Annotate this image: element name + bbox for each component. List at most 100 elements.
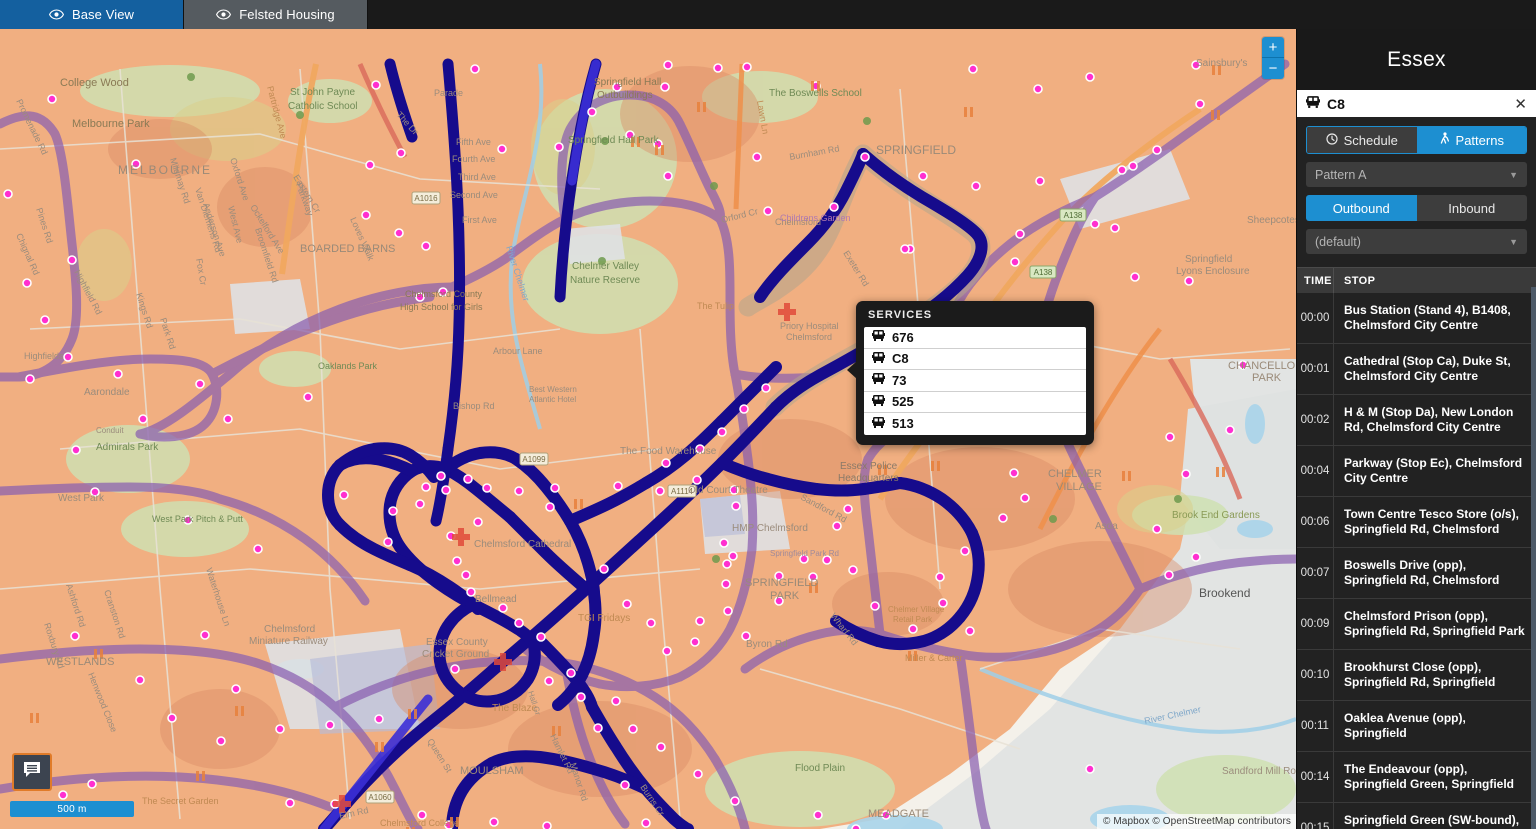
map-label: Sainsbury's (1196, 58, 1247, 69)
service-row[interactable]: 513 (864, 413, 1086, 435)
chevron-down-icon: ▼ (1509, 169, 1518, 180)
stop-name[interactable]: Bus Station (Stand 4), B1408, Chelmsford… (1333, 293, 1536, 343)
map-label: CHANCELLOR (1228, 360, 1296, 372)
table-row[interactable]: 00:01 Cathedral (Stop Ca), Duke St, Chelm… (1297, 344, 1536, 395)
stop-time: 00:06 (1300, 516, 1330, 528)
stop-name[interactable]: The Endeavour (opp), Springfield Green, … (1333, 752, 1536, 802)
stop-name[interactable]: Town Centre Tesco Store (o/s), Springfie… (1333, 497, 1536, 547)
table-row[interactable]: 00:02 H & M (Stop Da), New London Rd, Che… (1297, 395, 1536, 446)
stop-name[interactable]: Springfield Green (SW-bound), Springfiel… (1333, 803, 1536, 829)
map-label: Byron Rd (746, 639, 788, 650)
map-label: Priory Hospital (780, 321, 839, 331)
map-label: Chelmsford Cathedral (474, 539, 571, 550)
stop-time: 00:02 (1300, 414, 1330, 426)
map-label: BOARDED BARNS (300, 243, 395, 255)
map-label: St John Payne (290, 87, 355, 98)
tab-schedule[interactable]: Schedule (1307, 127, 1417, 153)
bus-icon (872, 394, 885, 410)
service-row[interactable]: C8 (864, 349, 1086, 370)
clock-icon (1326, 132, 1338, 148)
map-label: Retail Park (893, 615, 933, 624)
zoom-out-button[interactable]: − (1262, 58, 1284, 79)
tab-schedule-label: Schedule (1343, 132, 1398, 148)
stop-list[interactable]: 00:00 Bus Station (Stand 4), B1408, Chelm… (1297, 293, 1536, 829)
variant-select[interactable]: (default) ▼ (1306, 229, 1527, 254)
stop-list-scrollbar[interactable] (1531, 287, 1536, 829)
stop-name[interactable]: Oaklea Avenue (opp), Springfield (1333, 701, 1536, 751)
route-code: C8 (1327, 95, 1345, 112)
map-label: Highfields (24, 351, 64, 361)
chevron-down-icon: ▼ (1509, 236, 1518, 247)
tab-patterns[interactable]: Patterns (1416, 127, 1526, 153)
map-label: VILLAGE (1056, 481, 1102, 493)
map-label: Parade (434, 88, 463, 98)
table-row[interactable]: 00:06 Town Centre Tesco Store (o/s), Spri… (1297, 497, 1536, 548)
map-label: West Park (58, 493, 105, 504)
map-label: Lyons Enclosure (1176, 266, 1250, 277)
table-row[interactable]: 00:10 Brookhurst Close (opp), Springfield… (1297, 650, 1536, 701)
service-row[interactable]: 525 (864, 392, 1086, 413)
walk-icon (1439, 132, 1450, 148)
map-label: High School for Girls (400, 302, 483, 312)
zoom-in-button[interactable]: + (1262, 37, 1284, 58)
service-row[interactable]: 73 (864, 370, 1086, 392)
map-label: Nature Reserve (570, 275, 640, 286)
table-row[interactable]: 00:11 Oaklea Avenue (opp), Springfield (1297, 701, 1536, 752)
map-label: Best Western (529, 385, 577, 394)
map-scale-bar: 500 m (10, 801, 134, 817)
map-label: Arbour Lane (493, 346, 543, 356)
main-body: A1016 A138 A138 A1099 A1060 A1114 Colleg… (0, 29, 1536, 829)
close-icon[interactable]: ✕ (1514, 95, 1527, 113)
table-row[interactable]: 00:14 The Endeavour (opp), Springfield Gr… (1297, 752, 1536, 803)
stop-name[interactable]: Brookhurst Close (opp), Springfield Rd, … (1333, 650, 1536, 700)
map-label: Springfield Park Rd (770, 549, 839, 558)
table-row[interactable]: 00:07 Boswells Drive (opp), Springfield R… (1297, 548, 1536, 599)
table-row[interactable]: 00:09 Chelmsford Prison (opp), Springfiel… (1297, 599, 1536, 650)
map-label: WESTLANDS (46, 656, 114, 668)
direction-inbound[interactable]: Inbound (1416, 195, 1527, 221)
map-label: SPRINGFIELD (876, 143, 956, 157)
service-row[interactable]: 676 (864, 327, 1086, 349)
app-root: Base View Felsted Housing A1016 A138 A13… (0, 0, 1536, 829)
tab-base-view-label: Base View (71, 7, 135, 22)
map-attribution[interactable]: © Mapbox © OpenStreetMap contributors (1097, 814, 1296, 829)
map-label: Admirals Park (96, 442, 159, 453)
map-label: Miller & Carter (905, 653, 963, 663)
stop-name[interactable]: H & M (Stop Da), New London Rd, Chelmsfo… (1333, 395, 1536, 445)
stop-name[interactable]: Chelmsford Prison (opp), Springfield Rd,… (1333, 599, 1536, 649)
stop-name[interactable]: Cathedral (Stop Ca), Duke St, Chelmsford… (1333, 344, 1536, 394)
map-label: Essex Police (840, 461, 898, 472)
map-label: CHELMER (1048, 468, 1102, 480)
map-label: Essex County (426, 637, 488, 648)
stop-time: 00:07 (1300, 567, 1330, 579)
stop-name[interactable]: Boswells Drive (opp), Springfield Rd, Ch… (1333, 548, 1536, 598)
map-label: MOULSHAM (460, 765, 524, 777)
map-label: West Park Pitch & Putt (152, 514, 243, 524)
table-row[interactable]: 00:15Springfield Green (SW-bound), Sprin… (1297, 803, 1536, 829)
map-view[interactable]: A1016 A138 A138 A1099 A1060 A1114 Colleg… (0, 29, 1296, 829)
legend-panel-icon (23, 761, 41, 783)
tab-base-view[interactable]: Base View (0, 0, 184, 29)
map-label: SPRINGFIELD (745, 577, 818, 589)
direction-outbound[interactable]: Outbound (1306, 195, 1417, 221)
column-header-time: TIME (1304, 274, 1332, 287)
direction-toggle: Outbound Inbound (1306, 195, 1527, 221)
map-label: Chelmer Village (888, 605, 945, 614)
map-label: Catholic School (288, 101, 357, 112)
map-canvas: A1016 A138 A138 A1099 A1060 A1114 Colleg… (0, 29, 1296, 829)
service-label: 73 (892, 372, 907, 388)
map-label: Sheepcotes (1247, 215, 1296, 226)
stop-name[interactable]: Parkway (Stop Ec), Chelmsford City Centr… (1333, 446, 1536, 496)
map-label: Flood Plain (795, 763, 845, 774)
pattern-select[interactable]: Pattern A ▼ (1306, 162, 1527, 187)
map-label: Chelmsford College (380, 818, 459, 828)
services-popup-title: SERVICES (868, 309, 933, 321)
eye-icon (216, 9, 232, 20)
legend-toggle-button[interactable] (12, 753, 52, 791)
map-label: TGI Fridays (578, 613, 630, 624)
map-label: Outbuildings (597, 90, 653, 101)
table-row[interactable]: 00:04 Parkway (Stop Ec), Chelmsford City … (1297, 446, 1536, 497)
route-controls: Schedule Patterns Pattern A ▼ Outbound I… (1297, 117, 1536, 267)
tab-felsted-housing[interactable]: Felsted Housing (184, 0, 368, 29)
table-row[interactable]: 00:00 Bus Station (Stand 4), B1408, Chelm… (1297, 293, 1536, 344)
